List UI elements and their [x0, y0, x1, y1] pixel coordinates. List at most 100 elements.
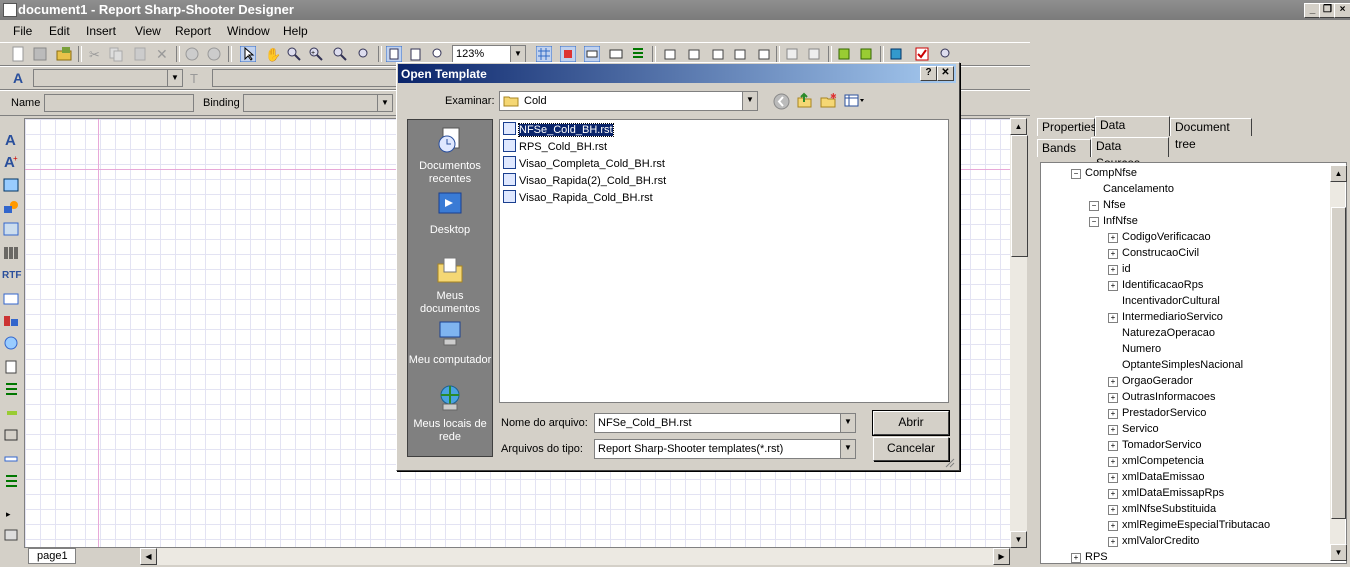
- filename-field[interactable]: NFSe_Cold_BH.rst ▼: [594, 413, 856, 433]
- zoom-in-icon[interactable]: +: [308, 46, 324, 62]
- collapse-icon[interactable]: −: [1089, 201, 1099, 211]
- align-center-icon[interactable]: [686, 46, 702, 62]
- expand-icon[interactable]: +: [1108, 537, 1118, 547]
- collapse-icon[interactable]: −: [1089, 217, 1099, 227]
- export-icon[interactable]: [858, 46, 874, 62]
- filetype-select[interactable]: Report Sharp-Shooter templates(*.rst) ▼: [594, 439, 856, 459]
- expand-icon[interactable]: +: [1108, 281, 1118, 291]
- data-band-tool-icon[interactable]: [3, 382, 19, 396]
- menu-window[interactable]: Window: [227, 24, 270, 38]
- scroll-down-icon[interactable]: ▼: [1010, 531, 1027, 548]
- page-setup-icon[interactable]: [408, 46, 424, 62]
- horizontal-line-icon[interactable]: [3, 452, 19, 466]
- chevron-down-icon[interactable]: ▼: [510, 46, 525, 62]
- font-name-select[interactable]: ▼: [33, 69, 183, 87]
- send-back-icon[interactable]: [806, 46, 822, 62]
- list-icon[interactable]: [630, 46, 646, 62]
- close-button[interactable]: ×: [1334, 3, 1350, 18]
- up-folder-icon[interactable]: [796, 92, 813, 109]
- file-item[interactable]: Visao_Completa_Cold_BH.rst: [503, 156, 665, 171]
- picture-tool-icon[interactable]: [3, 178, 19, 192]
- frame-tool-icon[interactable]: [3, 428, 19, 442]
- vertical-scroll-thumb[interactable]: [1011, 135, 1028, 257]
- zoom-out-icon[interactable]: [332, 46, 348, 62]
- tab-data-sources[interactable]: Data sources: [1095, 116, 1170, 149]
- collapse-icon[interactable]: −: [1071, 169, 1081, 179]
- snap-to-grid-icon[interactable]: [560, 46, 576, 62]
- menu-edit[interactable]: Edit: [49, 24, 70, 38]
- file-list[interactable]: NFSe_Cold_BH.rst RPS_Cold_BH.rst Visao_C…: [499, 119, 949, 403]
- menu-insert[interactable]: Insert: [86, 24, 116, 38]
- file-item[interactable]: Visao_Rapida_Cold_BH.rst: [503, 190, 653, 205]
- chevron-down-icon[interactable]: ▼: [377, 95, 392, 111]
- resize-grip-icon[interactable]: [943, 456, 955, 468]
- font-icon[interactable]: A: [12, 70, 28, 86]
- expand-icon[interactable]: +: [1108, 425, 1118, 435]
- cut-icon[interactable]: ✂: [86, 46, 102, 62]
- expand-icon[interactable]: +: [1108, 313, 1118, 323]
- file-item[interactable]: RPS_Cold_BH.rst: [503, 139, 607, 154]
- ruler-icon[interactable]: [608, 46, 624, 62]
- new-folder-icon[interactable]: ✱: [820, 92, 837, 109]
- import-icon[interactable]: [836, 46, 852, 62]
- expand-icon[interactable]: +: [1108, 233, 1118, 243]
- dialog-close-button[interactable]: ✕: [937, 66, 954, 81]
- place-network[interactable]: Meus locais de rede: [408, 384, 492, 444]
- expand-icon[interactable]: +: [1108, 473, 1118, 483]
- align-right-icon[interactable]: [756, 46, 772, 62]
- page-tool-icon[interactable]: [3, 360, 19, 374]
- bring-front-icon[interactable]: [784, 46, 800, 62]
- group-band-icon[interactable]: [3, 474, 19, 488]
- tree-scroll-thumb[interactable]: [1331, 207, 1346, 519]
- preview-icon[interactable]: [430, 46, 446, 62]
- font-size-select[interactable]: [212, 69, 397, 87]
- crosstab-tool-icon[interactable]: [3, 314, 19, 328]
- page-view-icon[interactable]: [386, 46, 402, 62]
- zoom-icon[interactable]: [286, 46, 302, 62]
- layout-icon[interactable]: [3, 528, 19, 542]
- tree-scrollbar[interactable]: ▲ ▼: [1330, 165, 1347, 561]
- align-bottom-icon[interactable]: [710, 46, 726, 62]
- place-desktop[interactable]: Desktop: [408, 190, 492, 237]
- chevron-down-icon[interactable]: ▼: [840, 440, 855, 458]
- tab-document-tree[interactable]: Document tree: [1170, 118, 1252, 151]
- check-icon[interactable]: [914, 46, 930, 62]
- band-icon[interactable]: [584, 46, 600, 62]
- file-item[interactable]: NFSe_Cold_BH.rst: [503, 122, 614, 137]
- delete-icon[interactable]: ✕: [154, 46, 170, 62]
- scroll-right-icon[interactable]: ▶: [993, 548, 1010, 565]
- rich-text-tool-icon[interactable]: A+: [3, 154, 19, 168]
- open-button[interactable]: Abrir: [872, 410, 950, 436]
- place-my-documents[interactable]: Meus documentos: [408, 256, 492, 316]
- redo-icon[interactable]: [206, 46, 222, 62]
- vertical-scrollbar[interactable]: ▲ ▼: [1010, 118, 1028, 548]
- page-tab[interactable]: page1: [28, 548, 76, 564]
- subtab-bands[interactable]: Bands: [1037, 139, 1091, 157]
- expand-icon[interactable]: +: [1108, 457, 1118, 467]
- zoom-fit-icon[interactable]: [356, 46, 372, 62]
- expand-icon[interactable]: +: [1108, 409, 1118, 419]
- expand-icon[interactable]: +: [1071, 553, 1081, 563]
- expand-icon[interactable]: +: [1108, 377, 1118, 387]
- undo-icon[interactable]: [184, 46, 200, 62]
- expand-icon[interactable]: +: [1108, 393, 1118, 403]
- expand-icon[interactable]: +: [1108, 441, 1118, 451]
- barcode-tool-icon[interactable]: [3, 246, 19, 260]
- line-tool-icon[interactable]: [3, 406, 19, 420]
- expand-icon[interactable]: +: [1108, 521, 1118, 531]
- copy-icon[interactable]: [108, 46, 124, 62]
- subtab-data-sources[interactable]: Data Sources: [1091, 137, 1169, 170]
- hand-tool-icon[interactable]: ✋: [264, 46, 280, 62]
- horizontal-scrollbar[interactable]: ◀ ▶: [140, 548, 1010, 565]
- data-source-icon[interactable]: [888, 46, 904, 62]
- shape-tool-icon[interactable]: [3, 200, 19, 214]
- place-my-computer[interactable]: Meu computador: [408, 320, 492, 367]
- view-menu-icon[interactable]: [844, 93, 866, 109]
- scroll-left-icon[interactable]: ◀: [140, 548, 157, 565]
- text-tool-icon[interactable]: A: [3, 132, 19, 146]
- cancel-button[interactable]: Cancelar: [873, 437, 949, 461]
- menu-report[interactable]: Report: [175, 24, 211, 38]
- scroll-down-icon[interactable]: ▼: [1330, 544, 1347, 561]
- paste-icon[interactable]: [132, 46, 148, 62]
- tab-properties[interactable]: Properties: [1037, 118, 1097, 136]
